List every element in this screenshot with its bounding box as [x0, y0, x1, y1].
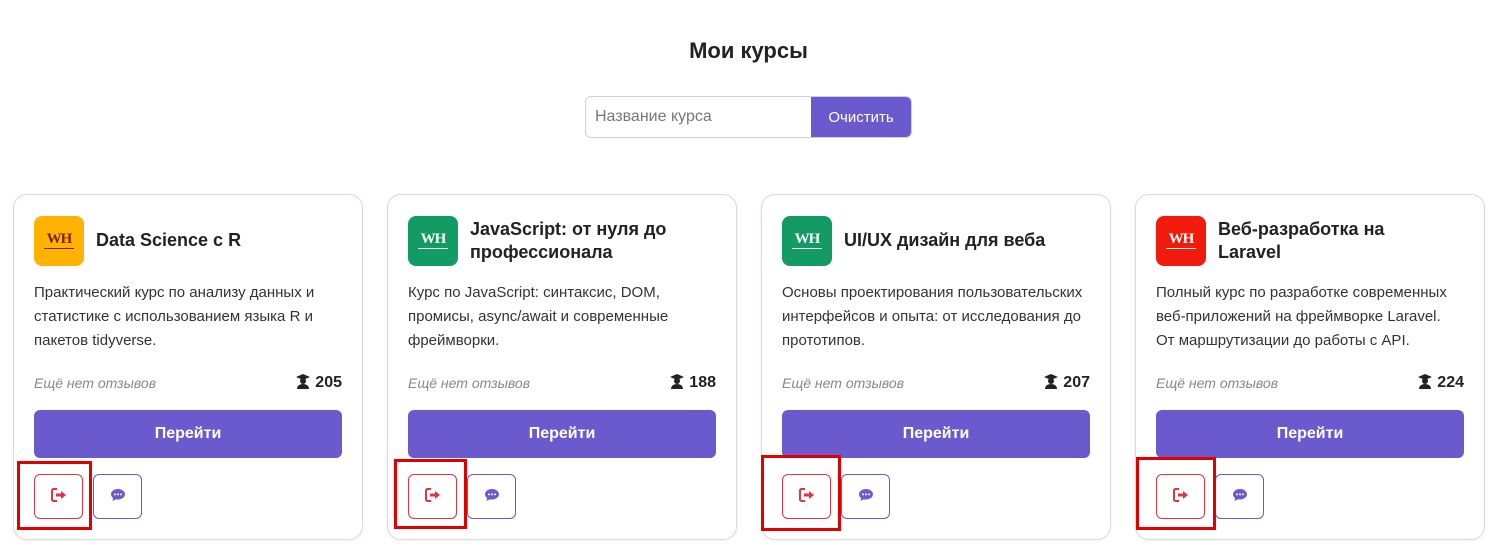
students-number: 207	[1063, 374, 1090, 391]
course-card: WH UI/UX дизайн для веба Основы проектиров…	[761, 194, 1111, 540]
course-logo: WH	[1156, 215, 1206, 266]
description-line: Курс по JavaScript: синтаксис, DOM,	[408, 284, 660, 301]
course-card: WH Data Science с R Практический курс по а…	[13, 194, 363, 540]
course-card: WH JavaScript: от нуля до профессионала Кур…	[387, 194, 737, 540]
sign-out-icon	[1172, 488, 1189, 505]
logo-lettering: WH	[794, 231, 821, 247]
go-to-course-button[interactable]: Перейти	[782, 410, 1090, 458]
course-logo: WH	[782, 215, 832, 266]
card-header: WH Data Science с R	[34, 215, 344, 266]
reviews-text: Ещё нет отзывов	[34, 375, 157, 391]
review-button[interactable]	[1215, 474, 1264, 519]
graduate-icon	[669, 373, 689, 394]
students-count: 205	[295, 373, 342, 394]
logo-lettering: WH	[46, 231, 73, 247]
course-logo: WH	[34, 215, 84, 266]
leave-course-button[interactable]	[782, 474, 831, 519]
course-meta: Ещё нет отзывов 205	[34, 373, 342, 393]
course-logo: WH	[408, 215, 458, 266]
graduate-icon	[1043, 373, 1063, 394]
review-button[interactable]	[841, 474, 890, 519]
card-header: WH Веб-разработка на Laravel	[1156, 215, 1466, 266]
course-title-line: Веб-разработка на	[1218, 218, 1385, 239]
reviews-text: Ещё нет отзывов	[782, 375, 905, 391]
leave-course-button[interactable]	[34, 474, 83, 519]
course-title-line: UI/UX дизайн для веба	[844, 230, 1046, 250]
students-number: 224	[1437, 374, 1464, 391]
description-line: статистике с использованием языка R и	[34, 308, 313, 325]
search-input[interactable]	[586, 97, 811, 137]
card-header: WH JavaScript: от нуля до профессионала	[408, 215, 718, 266]
description-line: промисы, async/await и современные	[408, 308, 669, 325]
description-line: Основы проектирования пользовательских	[782, 284, 1083, 301]
students-count: 224	[1417, 373, 1464, 394]
graduate-icon	[1417, 373, 1437, 394]
description-line: пакетов tidyverse.	[34, 332, 157, 349]
logo-lettering: WH	[420, 231, 447, 247]
go-to-course-button[interactable]: Перейти	[1156, 410, 1464, 458]
graduate-icon	[295, 373, 315, 394]
page: Мои курсы Очистить WH Data Science с R Пра…	[0, 0, 1503, 554]
review-button[interactable]	[467, 474, 516, 519]
logo-divider	[418, 248, 448, 249]
go-to-course-button[interactable]: Перейти	[408, 410, 716, 458]
course-title: Data Science с R	[96, 229, 241, 252]
description-line: фреймворки.	[408, 332, 500, 349]
course-title: Веб-разработка на Laravel	[1218, 218, 1384, 264]
description-line: Практический курс по анализу данных и	[34, 284, 315, 301]
comment-icon	[110, 488, 126, 505]
logo-lettering: WH	[1168, 231, 1195, 247]
logo-divider	[1166, 248, 1196, 249]
course-meta: Ещё нет отзывов 207	[782, 373, 1090, 393]
sign-out-icon	[798, 488, 815, 505]
course-card: WH Веб-разработка на Laravel Полный курс по…	[1135, 194, 1485, 540]
course-description: Полный курс по разработке современных веб…	[1156, 281, 1468, 353]
leave-course-button[interactable]	[408, 474, 457, 519]
course-title: UI/UX дизайн для веба	[844, 229, 1045, 252]
sign-out-icon	[424, 488, 441, 505]
sign-out-icon	[50, 488, 67, 505]
search-bar: Очистить	[585, 96, 912, 138]
course-meta: Ещё нет отзывов 188	[408, 373, 716, 393]
course-title-line: Laravel	[1218, 241, 1282, 262]
comment-icon	[484, 488, 500, 505]
comment-icon	[1232, 488, 1248, 505]
students-count: 188	[669, 373, 716, 394]
go-to-course-button[interactable]: Перейти	[34, 410, 342, 458]
reviews-text: Ещё нет отзывов	[408, 375, 531, 391]
logo-divider	[44, 248, 74, 249]
description-line: веб-приложений на фреймворке Laravel.	[1156, 308, 1441, 325]
course-description: Практический курс по анализу данных и ста…	[34, 281, 346, 353]
clear-button[interactable]: Очистить	[811, 97, 911, 137]
students-number: 188	[689, 374, 716, 391]
comment-icon	[858, 488, 874, 505]
leave-course-button[interactable]	[1156, 474, 1205, 519]
description-line: прототипов.	[782, 332, 866, 349]
course-meta: Ещё нет отзывов 224	[1156, 373, 1464, 393]
course-title: JavaScript: от нуля до профессионала	[470, 218, 666, 264]
description-line: Полный курс по разработке современных	[1156, 284, 1447, 301]
students-count: 207	[1043, 373, 1090, 394]
description-line: От маршрутизации до работы с API.	[1156, 332, 1410, 349]
page-title: Мои курсы	[689, 38, 808, 63]
course-title-line: профессионала	[470, 241, 613, 262]
logo-divider	[792, 248, 822, 249]
review-button[interactable]	[93, 474, 142, 519]
course-title-line: Data Science с R	[96, 230, 242, 250]
card-header: WH UI/UX дизайн для веба	[782, 215, 1092, 266]
course-title-line: JavaScript: от нуля до	[470, 218, 667, 239]
course-description: Основы проектирования пользовательских ин…	[782, 281, 1094, 353]
reviews-text: Ещё нет отзывов	[1156, 375, 1279, 391]
description-line: интерфейсов и опыта: от исследования до	[782, 308, 1081, 325]
course-description: Курс по JavaScript: синтаксис, DOM, проми…	[408, 281, 720, 353]
students-number: 205	[315, 374, 342, 391]
